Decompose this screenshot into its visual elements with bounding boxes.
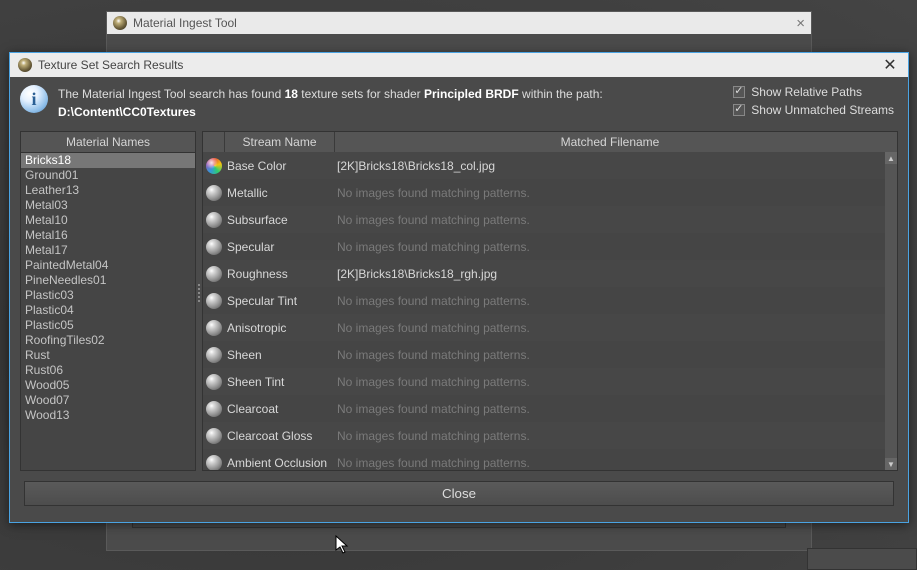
stream-name: Specular Tint [225, 294, 335, 308]
matched-filename: No images found matching patterns. [335, 240, 897, 254]
stream-name: Clearcoat Gloss [225, 429, 335, 443]
show-relative-paths-checkbox[interactable]: Show Relative Paths [733, 85, 894, 99]
material-item[interactable]: Rust06 [21, 363, 195, 378]
checkbox-icon [733, 86, 745, 98]
matched-filename: No images found matching patterns. [335, 375, 897, 389]
matched-filename: No images found matching patterns. [335, 294, 897, 308]
gray-sphere-icon [206, 185, 222, 201]
material-item[interactable]: Plastic03 [21, 288, 195, 303]
material-item[interactable]: Leather13 [21, 183, 195, 198]
search-results-dialog: Texture Set Search Results ✕ i The Mater… [9, 52, 909, 523]
bg-titlebar: Material Ingest Tool × [107, 12, 811, 34]
gray-sphere-icon [206, 347, 222, 363]
gray-sphere-icon [206, 212, 222, 228]
summary-text: The Material Ingest Tool search has foun… [58, 85, 603, 121]
stream-name: Roughness [225, 267, 335, 281]
material-item[interactable]: Metal10 [21, 213, 195, 228]
app-icon [113, 16, 127, 30]
gray-sphere-icon [206, 401, 222, 417]
stream-name: Base Color [225, 159, 335, 173]
material-item[interactable]: Wood13 [21, 408, 195, 423]
stream-row[interactable]: SpecularNo images found matching pattern… [203, 233, 897, 260]
show-unmatched-streams-checkbox[interactable]: Show Unmatched Streams [733, 103, 894, 117]
material-item[interactable]: Ground01 [21, 168, 195, 183]
stream-name: Metallic [225, 186, 335, 200]
stream-row[interactable]: Specular TintNo images found matching pa… [203, 287, 897, 314]
material-item[interactable]: Wood05 [21, 378, 195, 393]
dialog-close-button[interactable]: ✕ [880, 55, 900, 75]
gray-sphere-icon [206, 374, 222, 390]
material-item[interactable]: Rust [21, 348, 195, 363]
stream-row[interactable]: Clearcoat GlossNo images found matching … [203, 422, 897, 449]
material-item[interactable]: Plastic04 [21, 303, 195, 318]
matched-filename: No images found matching patterns. [335, 186, 897, 200]
matched-filename: [2K]Bricks18\Bricks18_rgh.jpg [335, 267, 897, 281]
checkbox-icon [733, 104, 745, 116]
material-item[interactable]: PineNeedles01 [21, 273, 195, 288]
bg-window-title: Material Ingest Tool [133, 16, 237, 30]
info-icon: i [20, 85, 48, 113]
stream-row[interactable]: AnisotropicNo images found matching patt… [203, 314, 897, 341]
materials-list[interactable]: Bricks18Ground01Leather13Metal03Metal10M… [20, 152, 196, 471]
stream-row[interactable]: SheenNo images found matching patterns. [203, 341, 897, 368]
stream-row[interactable]: MetallicNo images found matching pattern… [203, 179, 897, 206]
material-item[interactable]: Plastic05 [21, 318, 195, 333]
gray-sphere-icon [206, 320, 222, 336]
material-item[interactable]: PaintedMetal04 [21, 258, 195, 273]
stream-row[interactable]: Ambient OcclusionNo images found matchin… [203, 449, 897, 470]
stream-name: Specular [225, 240, 335, 254]
stream-name-header: Stream Name [225, 132, 335, 152]
matched-filename: No images found matching patterns. [335, 348, 897, 362]
material-item[interactable]: Metal17 [21, 243, 195, 258]
material-item[interactable]: RoofingTiles02 [21, 333, 195, 348]
splitter[interactable] [196, 131, 202, 471]
stream-name: Anisotropic [225, 321, 335, 335]
stream-name: Clearcoat [225, 402, 335, 416]
matched-filename: No images found matching patterns. [335, 456, 897, 470]
matched-filename: [2K]Bricks18\Bricks18_col.jpg [335, 159, 897, 173]
stream-row[interactable]: Sheen TintNo images found matching patte… [203, 368, 897, 395]
stream-name: Subsurface [225, 213, 335, 227]
streams-table[interactable]: Base Color[2K]Bricks18\Bricks18_col.jpgM… [203, 152, 897, 470]
matched-filename: No images found matching patterns. [335, 213, 897, 227]
close-button[interactable]: Close [24, 481, 894, 506]
bg-sidepanel [807, 548, 917, 570]
gray-sphere-icon [206, 239, 222, 255]
gray-sphere-icon [206, 455, 222, 471]
stream-row[interactable]: SubsurfaceNo images found matching patte… [203, 206, 897, 233]
stream-row[interactable]: ClearcoatNo images found matching patter… [203, 395, 897, 422]
stream-row[interactable]: Base Color[2K]Bricks18\Bricks18_col.jpg [203, 152, 897, 179]
dialog-title: Texture Set Search Results [38, 58, 183, 72]
color-sphere-icon [206, 158, 222, 174]
stream-row[interactable]: Roughness[2K]Bricks18\Bricks18_rgh.jpg [203, 260, 897, 287]
streams-header-row: Stream Name Matched Filename [203, 132, 897, 152]
material-item[interactable]: Metal16 [21, 228, 195, 243]
matched-filename: No images found matching patterns. [335, 429, 897, 443]
scroll-up-button[interactable]: ▲ [885, 152, 897, 164]
matched-filename: No images found matching patterns. [335, 402, 897, 416]
vertical-scrollbar[interactable]: ▲ ▼ [885, 152, 897, 470]
materials-header: Material Names [20, 131, 196, 152]
matched-filename-header: Matched Filename [335, 132, 885, 152]
material-item[interactable]: Wood07 [21, 393, 195, 408]
matched-filename: No images found matching patterns. [335, 321, 897, 335]
gray-sphere-icon [206, 428, 222, 444]
stream-name: Ambient Occlusion [225, 456, 335, 470]
stream-name: Sheen Tint [225, 375, 335, 389]
app-icon [18, 58, 32, 72]
gray-sphere-icon [206, 293, 222, 309]
bg-close-button[interactable]: × [796, 15, 805, 32]
material-item[interactable]: Bricks18 [21, 153, 195, 168]
search-path: D:\Content\CC0Textures [58, 105, 196, 119]
material-item[interactable]: Metal03 [21, 198, 195, 213]
stream-name: Sheen [225, 348, 335, 362]
gray-sphere-icon [206, 266, 222, 282]
scroll-down-button[interactable]: ▼ [885, 458, 897, 470]
dialog-titlebar: Texture Set Search Results ✕ [10, 53, 908, 77]
